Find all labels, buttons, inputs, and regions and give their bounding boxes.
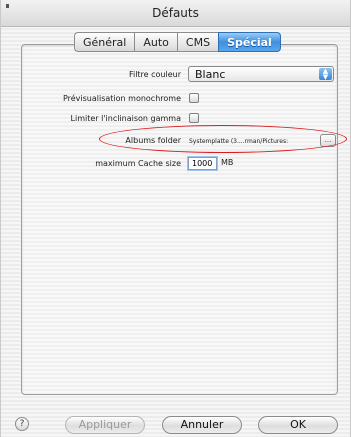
apply-button[interactable]: Appliquer	[65, 416, 145, 434]
gamma-limit-label: Limiter l'inclinaison gamma	[70, 114, 181, 123]
mono-preview-checkbox[interactable]	[189, 93, 199, 103]
albums-folder-path: Systemplatte (3....rman/Pictures:	[189, 138, 289, 145]
ok-button[interactable]: OK	[258, 416, 338, 434]
tab-bar: Général Auto CMS Spécial	[74, 32, 281, 54]
tab-auto[interactable]: Auto	[134, 32, 177, 52]
cache-size-label: maximum Cache size	[95, 159, 181, 168]
color-filter-value: Blanc	[195, 68, 226, 81]
window-title: Défauts	[152, 6, 199, 20]
popup-arrows-icon: ▲ ▼	[319, 68, 332, 81]
color-filter-popup[interactable]: Blanc ▲ ▼	[188, 66, 334, 82]
cache-size-input[interactable]	[188, 157, 217, 170]
tab-cms[interactable]: CMS	[176, 32, 219, 52]
browse-button[interactable]: ...	[320, 134, 336, 147]
cancel-button[interactable]: Annuler	[162, 416, 242, 434]
tab-general[interactable]: Général	[74, 32, 135, 52]
title-bar[interactable]: Défauts	[1, 0, 350, 27]
help-button[interactable]: ?	[15, 417, 29, 431]
albums-folder-label: Albums folder	[125, 136, 181, 145]
mono-preview-label: Prévisualisation monochrome	[62, 94, 181, 103]
cache-unit-label: MB	[221, 158, 234, 167]
tab-special[interactable]: Spécial	[218, 32, 281, 52]
color-filter-label: Filtre couleur	[128, 70, 181, 79]
gamma-limit-checkbox[interactable]	[189, 113, 199, 123]
preferences-window: Défauts Général Auto CMS Spécial Filtre …	[0, 0, 351, 437]
